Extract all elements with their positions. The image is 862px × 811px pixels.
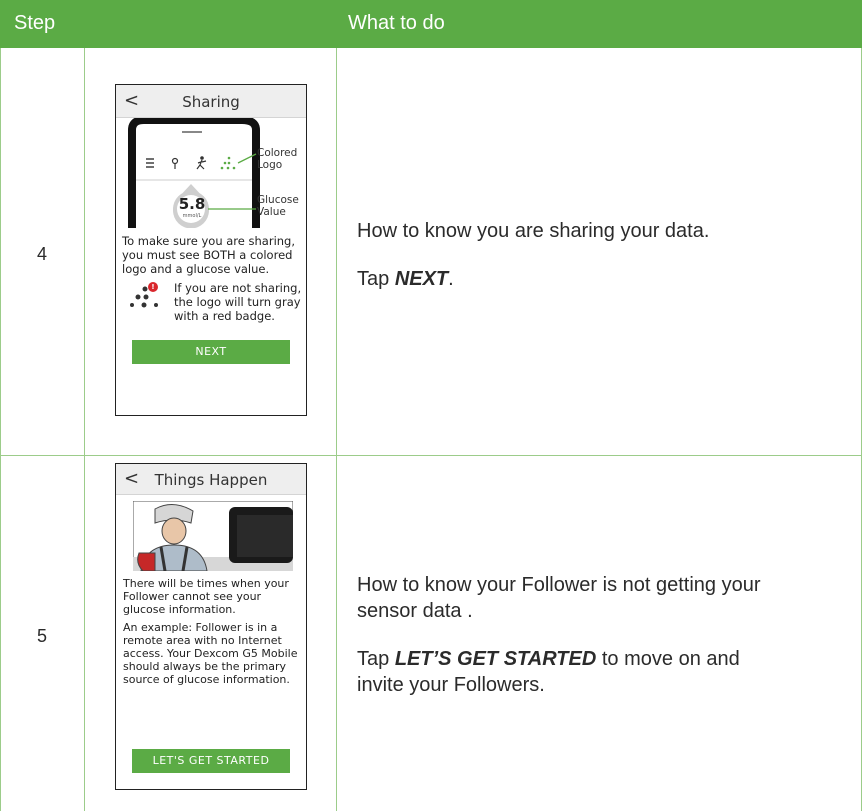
row5-tap-action: LET’S GET STARTED [394, 648, 597, 670]
step-number: 5 [36, 626, 47, 646]
phone-screen-things-happen: < Things Happen There will be times when… [115, 463, 307, 790]
table-header: Step What to do [0, 0, 862, 48]
row4-desc-line: How to know you are sharing your data. [357, 220, 710, 242]
things-happen-para2: An example: Follower is in a remote area… [123, 621, 298, 686]
row5-desc-line: How to know your Follower is not getting… [357, 574, 761, 622]
screen-title: Sharing [182, 93, 240, 111]
next-button[interactable]: NEXT [132, 340, 290, 364]
header-what-to-do: What to do [348, 12, 445, 34]
screen-topbar: < Things Happen [116, 464, 306, 495]
instruction-table: Step What to do 4 < Sharing 5.8 mmol/L C… [0, 0, 862, 811]
not-sharing-note: If you are not sharing, the logo will tu… [174, 281, 302, 323]
grid-line [84, 48, 85, 811]
grid-line [0, 48, 1, 811]
glucose-unit: mmol/L [182, 213, 202, 219]
screen-title: Things Happen [154, 471, 268, 489]
lets-get-started-button[interactable]: LET'S GET STARTED [132, 749, 290, 773]
red-badge: ! [151, 283, 155, 291]
glucose-value-label: Glucose Value [257, 194, 299, 218]
glucose-reading: 5.8 [178, 195, 206, 213]
person-with-phone-illustration [133, 501, 293, 571]
grid-line [336, 48, 337, 811]
row4-tap-action: NEXT [394, 268, 449, 290]
row5-tap-instruction: Tap LET’S GET STARTED to move on and inv… [357, 648, 740, 696]
colored-logo-label: Colored Logo [257, 147, 298, 171]
row5-description: How to know your Follower is not getting… [357, 572, 837, 720]
row4-tap-instruction: Tap NEXT. [357, 268, 454, 290]
step-number: 4 [36, 244, 47, 264]
grid-line [0, 455, 862, 456]
row4-description: How to know you are sharing your data. T… [357, 218, 837, 314]
screen-topbar: < Sharing [116, 85, 306, 118]
things-happen-para1: There will be times when your Follower c… [123, 577, 289, 616]
header-step: Step [14, 12, 56, 34]
phone-screen-sharing: < Sharing 5.8 mmol/L Colored Logo Glucos… [115, 84, 307, 416]
sharing-instruction: To make sure you are sharing, you must s… [122, 234, 296, 276]
